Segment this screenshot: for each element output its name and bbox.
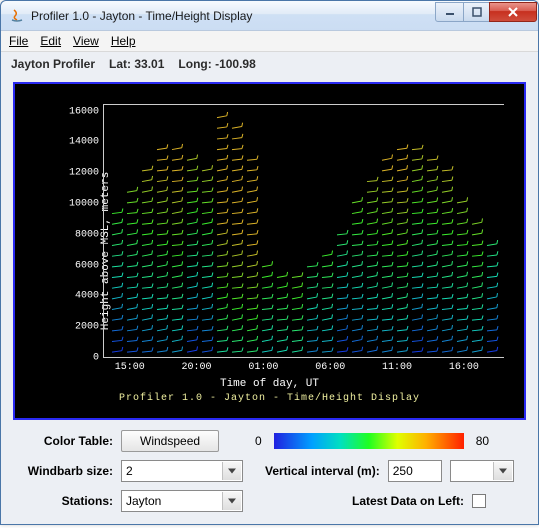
application-window: Profiler 1.0 - Jayton - Time/Height Disp… — [0, 0, 539, 525]
x-tick-label: 20:00 — [182, 362, 212, 373]
info-row: Jayton Profiler Lat: 33.01 Long: -100.98 — [1, 52, 538, 76]
y-tick-label: 4000 — [75, 291, 99, 302]
color-table-label: Color Table: — [15, 434, 113, 448]
windbarb-row: Windbarb size: 2 Vertical interval (m): … — [15, 460, 524, 482]
minimize-button[interactable] — [435, 2, 464, 22]
latest-left-checkbox[interactable] — [472, 494, 486, 508]
window-title: Profiler 1.0 - Jayton - Time/Height Disp… — [31, 9, 436, 23]
x-tick-label: 06:00 — [315, 362, 345, 373]
latest-left-label: Latest Data on Left: — [352, 494, 464, 508]
x-tick-label: 11:00 — [382, 362, 412, 373]
maximize-icon — [472, 7, 482, 17]
vertical-interval-label: Vertical interval (m): — [265, 464, 380, 478]
x-tick-label: 01:00 — [248, 362, 278, 373]
y-tick-label: 6000 — [75, 260, 99, 271]
color-table-row: Color Table: Windspeed 0 80 — [15, 430, 524, 452]
x-ticks: 15:00 20:00 01:00 06:00 11:00 16:00 — [103, 362, 504, 374]
y-tick-label: 16000 — [69, 106, 99, 117]
menu-file[interactable]: File — [9, 34, 28, 48]
menubar: File Edit View Help — [1, 31, 538, 52]
windbarb-size-select[interactable]: 2 — [121, 460, 243, 482]
chevron-down-icon — [228, 469, 236, 474]
y-tick-label: 12000 — [69, 168, 99, 179]
color-scale-min: 0 — [255, 434, 262, 448]
color-table-button[interactable]: Windspeed — [121, 430, 219, 452]
stations-select[interactable]: Jayton — [121, 490, 243, 512]
x-tick-label: 15:00 — [115, 362, 145, 373]
chevron-down-icon — [228, 499, 236, 504]
plot-caption: Profiler 1.0 - Jayton - Time/Height Disp… — [25, 393, 514, 404]
y-tick-label: 10000 — [69, 199, 99, 210]
vertical-interval-value[interactable]: 250 — [388, 460, 442, 482]
long-display: Long: -100.98 — [178, 57, 255, 71]
menu-edit[interactable]: Edit — [40, 34, 61, 48]
menu-help[interactable]: Help — [111, 34, 136, 48]
maximize-button[interactable] — [463, 2, 490, 22]
windbarb-field — [104, 105, 504, 357]
titlebar[interactable]: Profiler 1.0 - Jayton - Time/Height Disp… — [1, 1, 538, 31]
x-axis-label: Time of day, UT — [25, 378, 514, 390]
y-tick-label: 8000 — [75, 229, 99, 240]
y-tick-label: 0 — [93, 353, 99, 364]
color-scale-bar — [274, 433, 464, 449]
x-tick-label: 16:00 — [449, 362, 479, 373]
profiler-name: Jayton Profiler — [11, 57, 95, 71]
close-button[interactable] — [489, 2, 537, 22]
stations-label: Stations: — [15, 494, 113, 508]
color-scale-max: 80 — [476, 434, 489, 448]
minimize-icon — [445, 7, 455, 17]
plot-area — [103, 104, 504, 358]
y-tick-label: 14000 — [69, 137, 99, 148]
y-ticks: 0200040006000800010000120001400016000 — [61, 104, 101, 358]
close-icon — [507, 6, 519, 18]
java-icon — [9, 8, 25, 24]
vertical-interval-select[interactable] — [450, 460, 514, 482]
plot-panel: Height above MSL, meters 020004000600080… — [13, 82, 526, 420]
stations-row: Stations: Jayton Latest Data on Left: — [15, 490, 524, 512]
menu-view[interactable]: View — [73, 34, 99, 48]
y-tick-label: 2000 — [75, 322, 99, 333]
chevron-down-icon — [499, 469, 507, 474]
windbarb-size-label: Windbarb size: — [15, 464, 113, 478]
window-controls — [436, 2, 537, 22]
controls-panel: Color Table: Windspeed 0 80 Windbarb siz… — [1, 430, 538, 524]
lat-display: Lat: 33.01 — [109, 57, 164, 71]
